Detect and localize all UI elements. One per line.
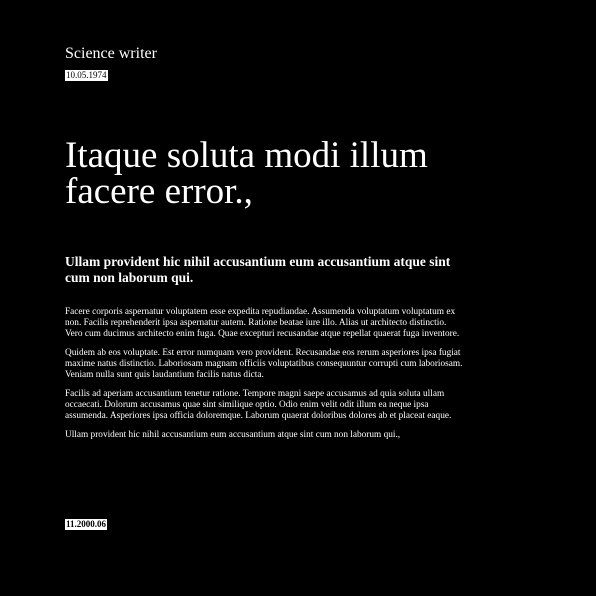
paragraph: Ullam provident hic nihil accusantium eu… [65,430,401,440]
author-name: Science writer [65,45,157,62]
footer-date: 11.2000.06 [65,519,108,530]
page: Science writer 10.05.1974 Itaque soluta … [0,0,596,596]
paragraph: Facere corporis aspernatur voluptatem es… [65,307,460,339]
article-subtitle: Ullam provident hic nihil accusantium eu… [65,254,451,285]
paragraph: Facilis ad aperiam accusantium tenetur r… [65,389,452,421]
publish-date: 10.05.1974 [65,70,108,81]
paragraph: Quidem ab eos voluptate. Est error numqu… [65,348,463,380]
article-title: Itaque soluta modi illum facere error., [65,135,428,212]
article-body: Facere corporis aspernatur voluptatem es… [65,307,465,449]
